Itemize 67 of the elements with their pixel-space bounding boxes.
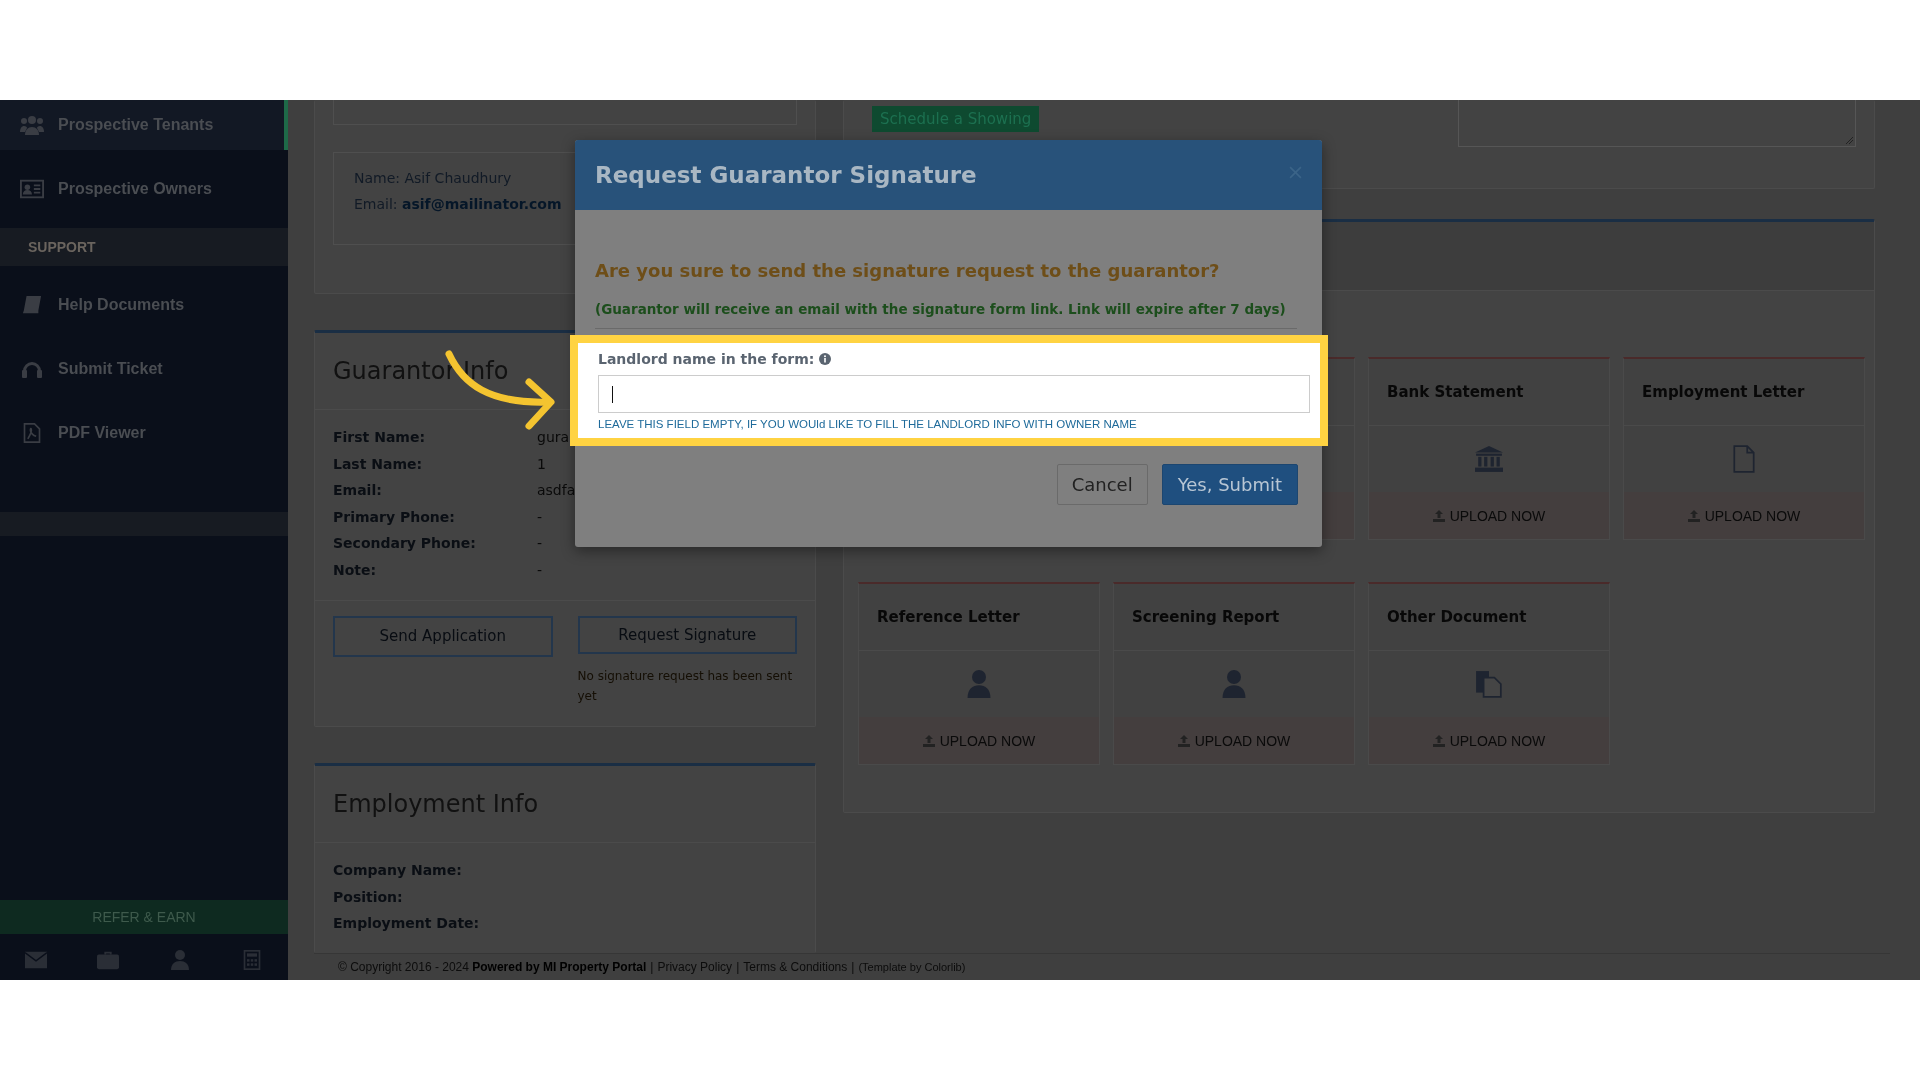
- outline-button[interactable]: Send Application: [333, 615, 553, 657]
- cancel-button[interactable]: Cancel: [1056, 464, 1148, 505]
- field-label: First Name:: [333, 429, 426, 446]
- upload-icon: [922, 734, 935, 747]
- id-card-icon: [20, 179, 44, 199]
- person-icon: [965, 670, 993, 698]
- field-label: Secondary Phone:: [333, 535, 477, 552]
- upload-icon: [1687, 509, 1700, 522]
- question-text: Are you sure to send the signature request to the guarantor?: [595, 260, 1221, 281]
- nav-item[interactable]: Prospective Tenants: [0, 100, 288, 150]
- field-value: -: [537, 535, 543, 552]
- field-label: Employment Date:: [333, 915, 481, 932]
- upload-button[interactable]: UPLOAD NOW: [1681, 506, 1807, 525]
- info-text: (Guarantor will receive an email with the signature form link. Link will expire after 7 days): [595, 301, 1297, 329]
- field-value: -: [537, 508, 543, 525]
- section-label: SUPPORT: [28, 239, 96, 255]
- field-label: Landlord name in the form:: [598, 351, 815, 367]
- field-label: Last Name:: [333, 455, 424, 472]
- field-value: 1: [537, 455, 546, 472]
- upload-icon: [1432, 509, 1445, 522]
- upload-button[interactable]: UPLOAD NOW: [1171, 731, 1297, 750]
- document-title: Reference Letter: [877, 608, 1020, 626]
- separator: |: [736, 960, 740, 974]
- hint-text: LEAVE THIS FIELD EMPTY, IF YOU WOUld LIKE TO FILL THE LANDLORD INFO WITH OWNER NAME: [598, 418, 1138, 430]
- file-icon: [1730, 445, 1758, 473]
- outline-button[interactable]: Request Signature: [577, 615, 797, 654]
- field-label: Primary Phone:: [333, 508, 456, 525]
- briefcase-icon[interactable]: [97, 950, 119, 970]
- nav-item[interactable]: Submit Ticket: [0, 344, 288, 394]
- field-label: Company Name:: [333, 862, 463, 879]
- field-label: Email:: [333, 482, 383, 499]
- envelope-icon[interactable]: [25, 950, 47, 970]
- modal-title: Request Guarantor Signature: [595, 162, 977, 188]
- text-area[interactable]: [1458, 100, 1856, 147]
- field-value: asdfa: [537, 482, 576, 499]
- input-field[interactable]: [598, 375, 1310, 413]
- nav-item[interactable]: Prospective Owners: [0, 164, 288, 214]
- person-icon: [1220, 670, 1248, 698]
- people-icon: [20, 115, 44, 135]
- upload-button[interactable]: UPLOAD NOW: [916, 731, 1042, 750]
- email-link[interactable]: asif@mailinator.com: [402, 196, 562, 212]
- status-note: No signature request has been sent yet: [577, 667, 794, 705]
- separator: |: [650, 960, 654, 974]
- separator: |: [851, 960, 855, 974]
- field-label: Note:: [333, 561, 378, 578]
- upload-icon: [1177, 734, 1190, 747]
- calculator-icon[interactable]: [241, 950, 263, 970]
- book-icon: [20, 295, 44, 315]
- nav-item[interactable]: PDF Viewer: [0, 408, 288, 458]
- document-title: Other Document: [1387, 608, 1527, 626]
- upload-button[interactable]: UPLOAD NOW: [1426, 506, 1552, 525]
- field-value: gura: [537, 429, 570, 446]
- headset-icon: [20, 359, 44, 379]
- files-icon: [1475, 670, 1503, 698]
- resize-handle-icon: [1845, 136, 1853, 144]
- nav-item[interactable]: Help Documents: [0, 280, 288, 330]
- document-title: Screening Report: [1132, 608, 1280, 626]
- user-icon[interactable]: [169, 950, 191, 970]
- submit-button[interactable]: Yes, Submit: [1161, 464, 1298, 505]
- info-icon: [819, 353, 832, 365]
- field-label: Position:: [333, 888, 404, 905]
- upload-icon: [1432, 734, 1445, 747]
- document-title: Employment Letter: [1642, 383, 1805, 401]
- document-title: Bank Statement: [1387, 383, 1524, 401]
- field-value: -: [537, 561, 543, 578]
- upload-button[interactable]: UPLOAD NOW: [1426, 731, 1552, 750]
- bank-icon: [1475, 445, 1503, 473]
